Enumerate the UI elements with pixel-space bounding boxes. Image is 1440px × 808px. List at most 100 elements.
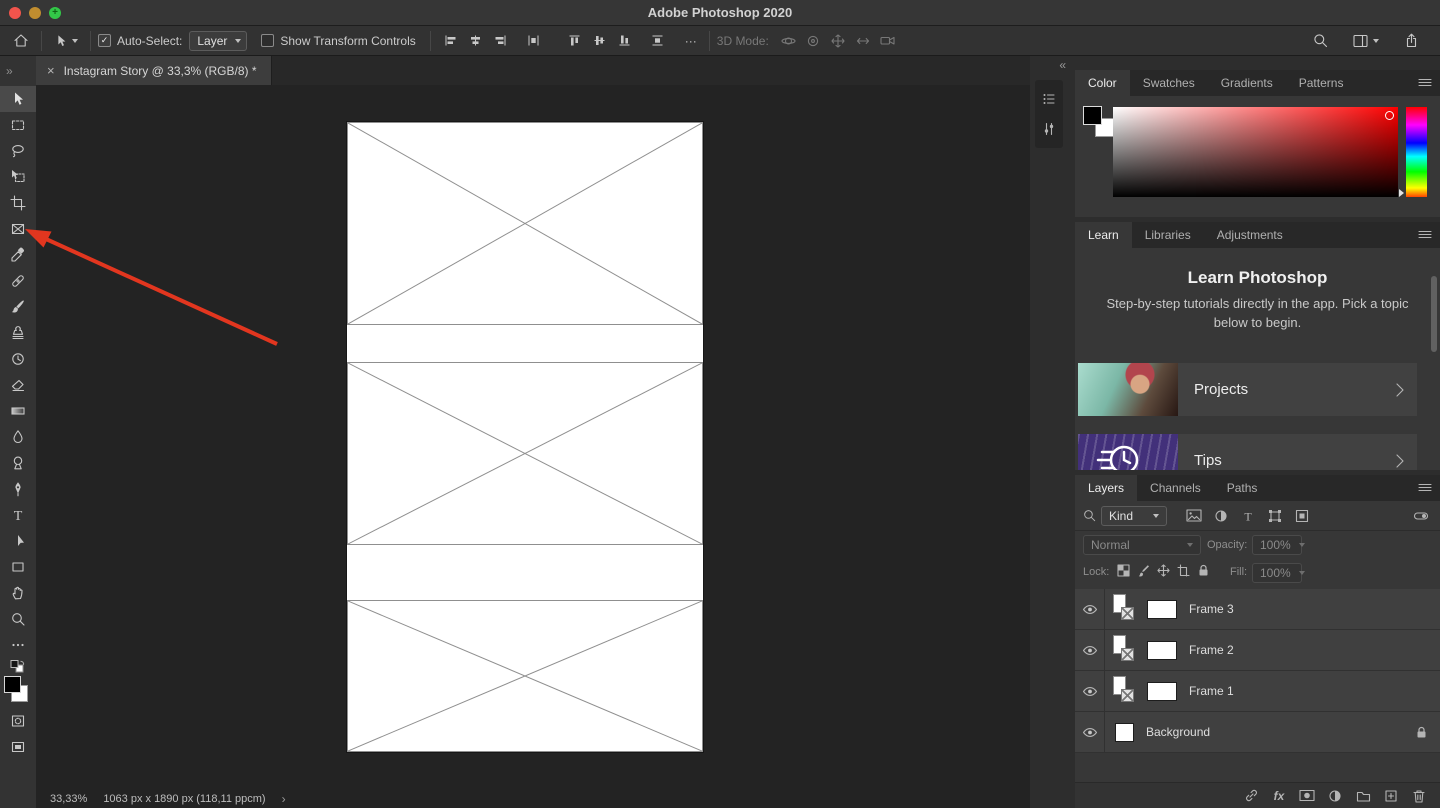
collapsed-panel-button-2[interactable]: [1035, 114, 1063, 144]
frame-layer-thumbnail[interactable]: [1113, 676, 1137, 706]
filter-adjustment-layers-button[interactable]: [1210, 506, 1232, 526]
placeholder-frame-3[interactable]: [347, 600, 703, 752]
foreground-color-swatch[interactable]: [4, 676, 21, 693]
tab-gradients[interactable]: Gradients: [1208, 70, 1286, 96]
tab-patterns[interactable]: Patterns: [1286, 70, 1357, 96]
filter-shape-layers-button[interactable]: [1264, 506, 1286, 526]
3d-pan-button[interactable]: [826, 29, 851, 53]
layer-name[interactable]: Background: [1146, 725, 1210, 739]
auto-select-target-dropdown[interactable]: Layer: [189, 31, 247, 51]
lock-position-icon[interactable]: [1157, 564, 1170, 577]
3d-slide-button[interactable]: [851, 29, 876, 53]
frame-layer-thumbnail[interactable]: [1113, 635, 1137, 665]
home-button[interactable]: [8, 29, 34, 53]
spot-healing-brush-tool[interactable]: [0, 268, 36, 294]
add-layer-mask-button[interactable]: [1296, 786, 1318, 806]
crop-tool[interactable]: [0, 190, 36, 216]
3d-camera-button[interactable]: [876, 29, 901, 53]
delete-layer-button[interactable]: [1408, 786, 1430, 806]
tab-adjustments[interactable]: Adjustments: [1204, 222, 1296, 248]
layer-name[interactable]: Frame 2: [1189, 643, 1234, 657]
filter-type-layers-button[interactable]: T: [1237, 506, 1259, 526]
frame-tool[interactable]: [0, 216, 36, 242]
workspace-switcher-button[interactable]: [1348, 29, 1384, 53]
rectangle-tool[interactable]: [0, 554, 36, 580]
canvas-area[interactable]: 33,33% 1063 px x 1890 px (118,11 ppcm) ›: [36, 85, 1030, 808]
collapse-panels-chevron[interactable]: «: [1059, 58, 1065, 72]
document-info[interactable]: 1063 px x 1890 px (118,11 ppcm): [103, 793, 265, 805]
edit-toolbar-button[interactable]: [0, 632, 36, 658]
panel-menu-button[interactable]: [1418, 78, 1432, 89]
panel-menu-button[interactable]: [1418, 230, 1432, 241]
opacity-input[interactable]: 100%: [1252, 535, 1302, 555]
show-transform-checkbox[interactable]: [261, 34, 274, 47]
layer-row-frame-3[interactable]: Frame 3: [1075, 589, 1440, 630]
zoom-level[interactable]: 33,33%: [50, 793, 87, 805]
minimize-window-button[interactable]: [29, 7, 41, 19]
move-tool[interactable]: [0, 86, 36, 112]
new-group-button[interactable]: [1352, 786, 1374, 806]
layer-row-background[interactable]: Background: [1075, 712, 1440, 753]
distribute-vertical-button[interactable]: [645, 29, 670, 53]
document-canvas[interactable]: [347, 122, 703, 752]
screen-mode-button[interactable]: [0, 734, 36, 760]
lock-transparency-icon[interactable]: [1117, 564, 1130, 577]
tab-layers[interactable]: Layers: [1075, 475, 1137, 501]
search-button[interactable]: [1308, 29, 1333, 53]
layer-name[interactable]: Frame 1: [1189, 684, 1234, 698]
placeholder-frame-1[interactable]: [347, 122, 703, 325]
blur-tool[interactable]: [0, 424, 36, 450]
filter-pixel-layers-button[interactable]: [1183, 506, 1205, 526]
share-button[interactable]: [1399, 29, 1424, 53]
filter-toggle-switch[interactable]: [1410, 506, 1432, 526]
tool-preset-button[interactable]: [49, 29, 83, 53]
gradient-tool[interactable]: [0, 398, 36, 424]
dodge-tool[interactable]: [0, 450, 36, 476]
eraser-tool[interactable]: [0, 372, 36, 398]
lock-artboard-icon[interactable]: [1177, 564, 1190, 577]
hue-slider[interactable]: [1406, 107, 1427, 197]
foreground-color-swatch[interactable]: [1083, 106, 1102, 125]
status-chevron-icon[interactable]: ›: [282, 792, 286, 806]
zoom-window-button[interactable]: [49, 7, 61, 19]
frame-layer-thumbnail[interactable]: [1113, 594, 1137, 624]
layer-name[interactable]: Frame 3: [1189, 602, 1234, 616]
layer-visibility-toggle[interactable]: [1075, 589, 1105, 629]
pen-tool[interactable]: [0, 476, 36, 502]
layer-visibility-toggle[interactable]: [1075, 630, 1105, 670]
3d-orbit-button[interactable]: [776, 29, 801, 53]
auto-select-checkbox[interactable]: [98, 34, 111, 47]
filter-smart-objects-button[interactable]: [1291, 506, 1313, 526]
frame-content-thumbnail[interactable]: [1147, 641, 1177, 660]
align-vertical-centers-button[interactable]: [587, 29, 612, 53]
3d-roll-button[interactable]: [801, 29, 826, 53]
new-layer-button[interactable]: [1380, 786, 1402, 806]
frame-content-thumbnail[interactable]: [1147, 682, 1177, 701]
brush-tool[interactable]: [0, 294, 36, 320]
history-brush-tool[interactable]: [0, 346, 36, 372]
default-swap-colors-widget[interactable]: [0, 658, 36, 674]
background-layer-thumbnail[interactable]: [1115, 723, 1134, 742]
layer-row-frame-1[interactable]: Frame 1: [1075, 671, 1440, 712]
tab-paths[interactable]: Paths: [1214, 475, 1271, 501]
layer-visibility-toggle[interactable]: [1075, 671, 1105, 711]
document-tab[interactable]: × Instagram Story @ 33,3% (RGB/8) *: [36, 56, 272, 85]
layer-effects-button[interactable]: fx: [1268, 786, 1290, 806]
tab-learn[interactable]: Learn: [1075, 222, 1132, 248]
toolbar-expand-chevron[interactable]: »: [0, 56, 36, 86]
collapsed-panel-button-1[interactable]: [1035, 84, 1063, 114]
new-adjustment-layer-button[interactable]: [1324, 786, 1346, 806]
tab-color[interactable]: Color: [1075, 70, 1130, 96]
align-horizontal-centers-button[interactable]: [463, 29, 488, 53]
panel-menu-button[interactable]: [1418, 483, 1432, 494]
learn-card-projects[interactable]: Projects: [1078, 363, 1417, 416]
lock-image-icon[interactable]: [1137, 564, 1150, 577]
quick-mask-button[interactable]: [0, 708, 36, 734]
hand-tool[interactable]: [0, 580, 36, 606]
tab-swatches[interactable]: Swatches: [1130, 70, 1208, 96]
zoom-tool[interactable]: [0, 606, 36, 632]
more-align-options-button[interactable]: ···: [680, 29, 702, 53]
path-selection-tool[interactable]: [0, 528, 36, 554]
lock-all-icon[interactable]: [1197, 564, 1210, 577]
link-layers-button[interactable]: [1240, 786, 1262, 806]
